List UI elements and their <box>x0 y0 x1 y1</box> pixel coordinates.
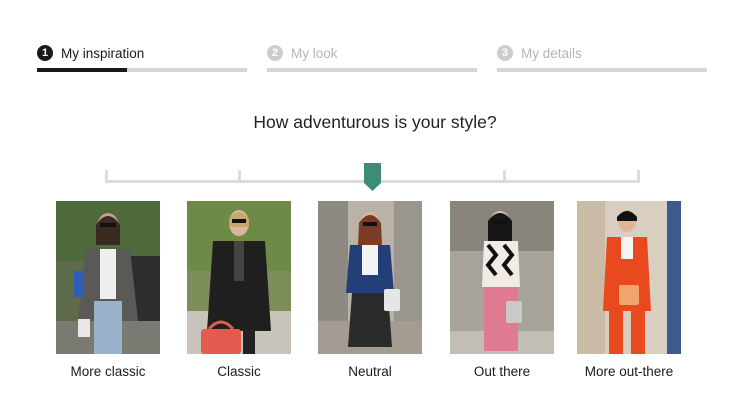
step-number-badge: 1 <box>37 45 53 61</box>
option-more-out-there[interactable]: More out-there <box>577 201 681 379</box>
outfit-photo[interactable] <box>318 201 422 354</box>
step-my-inspiration[interactable]: 1 My inspiration <box>37 42 247 74</box>
step-progress-bar <box>267 68 477 72</box>
option-out-there[interactable]: Out there <box>450 201 554 379</box>
slider-handle[interactable] <box>364 163 381 191</box>
step-label: My look <box>291 45 338 61</box>
slider-tick <box>105 170 108 183</box>
step-progress-bar <box>497 68 707 72</box>
option-label: More classic <box>70 364 146 379</box>
step-progress-bar <box>37 68 247 72</box>
slider-tick <box>238 170 241 183</box>
option-classic[interactable]: Classic <box>187 201 291 379</box>
outfit-photo[interactable] <box>187 201 291 354</box>
outfit-photo[interactable] <box>577 201 681 354</box>
option-label: More out-there <box>584 364 674 379</box>
step-progress-fill <box>37 68 128 72</box>
step-number-badge: 3 <box>497 45 513 61</box>
style-quiz-page: 1 My inspiration 2 My look 3 My details … <box>0 0 750 413</box>
step-label: My inspiration <box>61 45 145 61</box>
slider-tick <box>637 170 640 183</box>
option-neutral[interactable]: Neutral <box>318 201 422 379</box>
option-label: Classic <box>217 364 261 379</box>
step-number-badge: 2 <box>267 45 283 61</box>
step-my-details[interactable]: 3 My details <box>497 42 707 74</box>
option-label: Neutral <box>348 364 392 379</box>
outfit-photo[interactable] <box>450 201 554 354</box>
step-label: My details <box>521 45 582 61</box>
step-my-look[interactable]: 2 My look <box>267 42 477 74</box>
slider-tick <box>503 170 506 183</box>
option-more-classic[interactable]: More classic <box>56 201 160 379</box>
option-label: Out there <box>473 364 531 379</box>
question-heading: How adventurous is your style? <box>253 112 497 132</box>
outfit-photo[interactable] <box>56 201 160 354</box>
style-slider[interactable] <box>105 163 640 193</box>
